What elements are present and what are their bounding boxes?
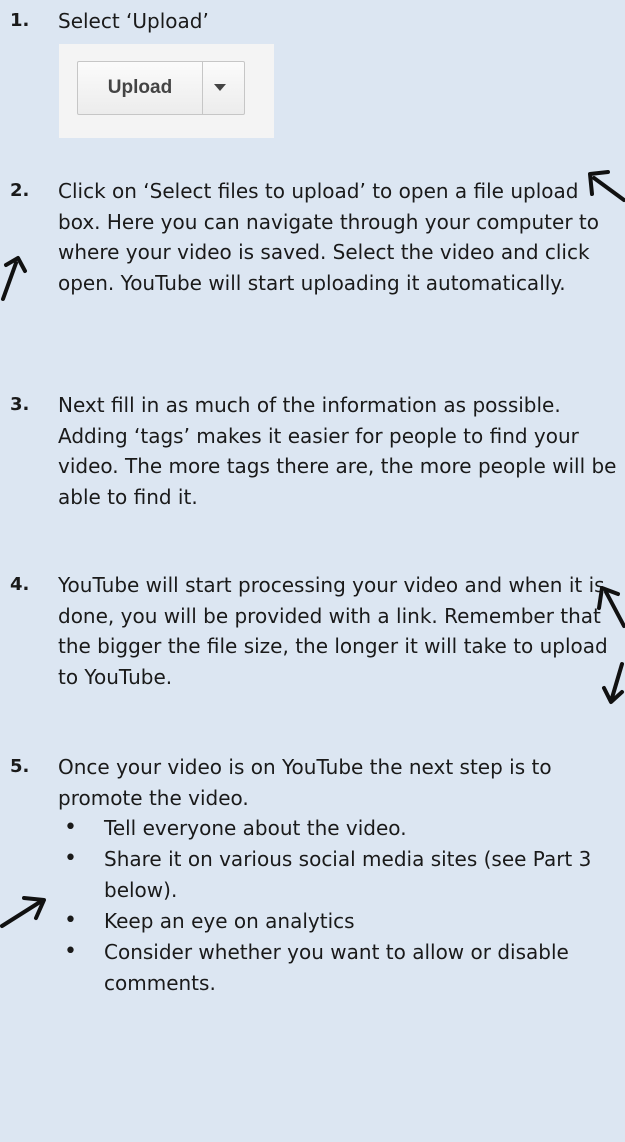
upload-button[interactable]: Upload xyxy=(77,61,245,115)
step-text: Next fill in as much of the information … xyxy=(58,393,617,509)
upload-button-label: Upload xyxy=(107,77,173,98)
bullet-dot: • xyxy=(64,846,77,871)
step-5: 5. Once your video is on YouTube the nex… xyxy=(0,752,625,1072)
step-4: 4. YouTube will start processing your vi… xyxy=(0,570,625,700)
bullet-text: Consider whether you want to allow or di… xyxy=(104,940,569,995)
step-number: 2. xyxy=(10,180,30,201)
step-text: Once your video is on YouTube the next s… xyxy=(58,755,552,810)
upload-button-screenshot: Upload xyxy=(59,44,274,138)
arrow-up-right-icon xyxy=(1,256,27,301)
step-number: 5. xyxy=(10,756,30,777)
step-text: YouTube will start processing your video… xyxy=(58,573,608,689)
arrow-right-icon xyxy=(0,896,46,928)
step-2: 2. Click on ‘Select files to upload’ to … xyxy=(0,176,625,336)
caret-down-icon[interactable] xyxy=(214,84,226,91)
step-number: 1. xyxy=(10,10,30,31)
step-text: Click on ‘Select files to upload’ to ope… xyxy=(58,179,599,295)
bullet-dot: • xyxy=(64,908,77,933)
step-number: 4. xyxy=(10,574,30,595)
bullet-dot: • xyxy=(64,939,77,964)
bullet-dot: • xyxy=(64,815,77,840)
arrow-down-right-icon xyxy=(602,662,624,704)
arrow-up-left-icon xyxy=(597,586,625,628)
bullet-text: Tell everyone about the video. xyxy=(104,816,407,840)
step-text: Select ‘Upload’ xyxy=(58,9,209,33)
bullet-text: Keep an eye on analytics xyxy=(104,909,355,933)
bullet-text: Share it on various social media sites (… xyxy=(104,847,592,902)
arrow-up-left-icon xyxy=(588,170,625,202)
step-number: 3. xyxy=(10,394,30,415)
step-3: 3. Next fill in as much of the informati… xyxy=(0,390,625,520)
step-1: 1. Select ‘Upload’ Upload xyxy=(0,6,625,146)
button-divider xyxy=(202,62,203,114)
